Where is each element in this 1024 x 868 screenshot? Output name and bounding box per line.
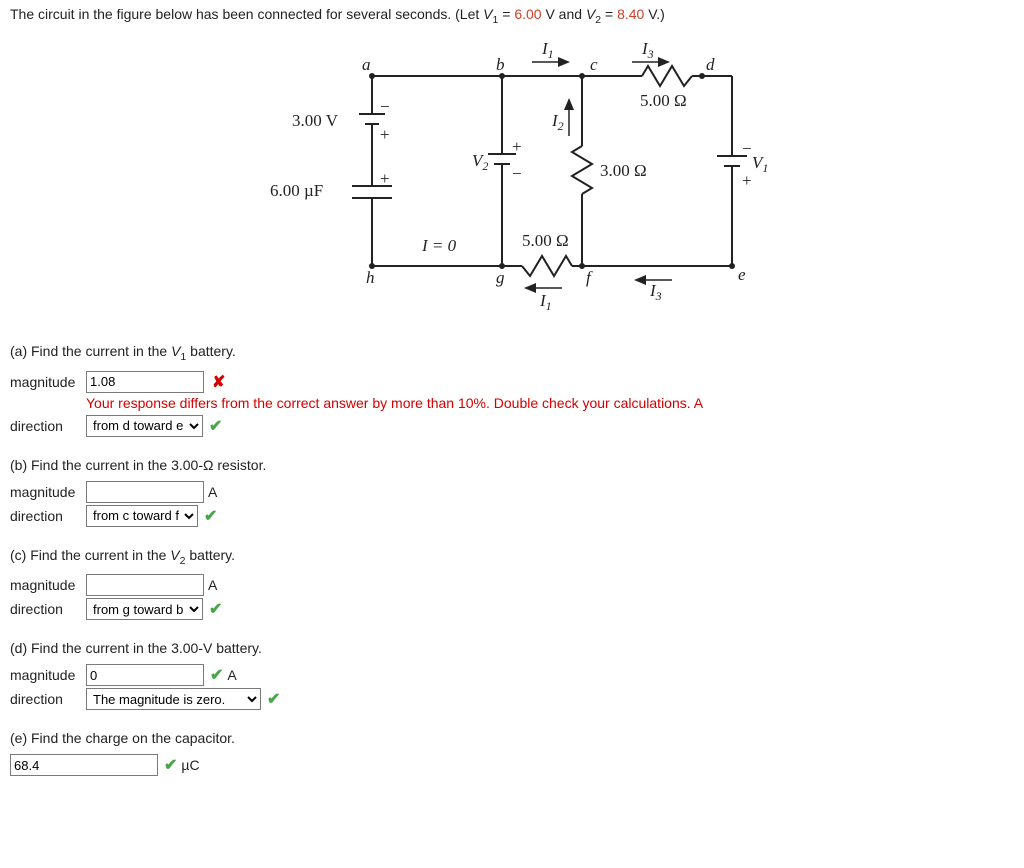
part-c-prompt: (c) Find the current in the V2 battery. xyxy=(10,547,1014,567)
a-post: battery. xyxy=(186,343,236,359)
svg-text:I3: I3 xyxy=(649,281,662,303)
svg-text:d: d xyxy=(706,55,715,74)
svg-text:I = 0: I = 0 xyxy=(421,236,457,255)
part-b-prompt: (b) Find the current in the 3.00-Ω resis… xyxy=(10,457,1014,473)
d-unit: A xyxy=(227,667,236,683)
c-sym: V xyxy=(170,547,179,563)
check-icon: ✔ xyxy=(209,416,222,436)
svg-text:3.00 V: 3.00 V xyxy=(292,111,339,130)
svg-text:−: − xyxy=(512,164,522,183)
e-unit: µC xyxy=(181,757,199,773)
a-mag-label: magnitude xyxy=(10,374,86,390)
svg-text:I3: I3 xyxy=(641,39,654,61)
c-dir-select[interactable]: from g toward b xyxy=(86,598,203,620)
v1-unit: V xyxy=(542,6,555,22)
check-icon: ✔ xyxy=(267,689,280,709)
svg-text:e: e xyxy=(738,265,746,284)
c-dir-label: direction xyxy=(10,601,86,617)
svg-text:3.00 Ω: 3.00 Ω xyxy=(600,161,647,180)
c-mag-input[interactable] xyxy=(86,574,204,596)
c-pre: (c) Find the current in the xyxy=(10,547,170,563)
intro-prefix: The circuit in the figure below has been… xyxy=(10,6,483,22)
part-e-prompt: (e) Find the charge on the capacitor. xyxy=(10,730,1014,746)
v2-sym: V xyxy=(586,6,595,22)
b-unit: A xyxy=(208,484,217,500)
svg-text:+: + xyxy=(380,125,390,144)
svg-text:h: h xyxy=(366,268,375,287)
eq2: = xyxy=(601,6,617,22)
svg-text:+: + xyxy=(512,137,522,156)
v1-sym: V xyxy=(483,6,492,22)
b-mag-label: magnitude xyxy=(10,484,86,500)
svg-text:V1: V1 xyxy=(752,153,768,175)
svg-text:+: + xyxy=(742,171,752,190)
v1-val: 6.00 xyxy=(514,6,541,22)
svg-text:f: f xyxy=(586,268,593,287)
svg-text:c: c xyxy=(590,55,598,74)
intro-and: and xyxy=(555,6,586,22)
c-mag-label: magnitude xyxy=(10,577,86,593)
v2-val: 8.40 xyxy=(617,6,644,22)
a-feedback: Your response differs from the correct a… xyxy=(86,395,1014,411)
svg-text:5.00 Ω: 5.00 Ω xyxy=(640,91,687,110)
problem-statement: The circuit in the figure below has been… xyxy=(10,6,1014,26)
svg-text:g: g xyxy=(496,268,505,287)
e-input[interactable] xyxy=(10,754,158,776)
circuit-figure: .wire { stroke:#222; stroke-width:2; fil… xyxy=(10,36,1014,319)
svg-text:I2: I2 xyxy=(551,111,564,133)
svg-text:+: + xyxy=(380,169,390,188)
part-a-prompt: (a) Find the current in the V1 battery. xyxy=(10,343,1014,363)
part-d-prompt: (d) Find the current in the 3.00-V batte… xyxy=(10,640,1014,656)
a-dir-label: direction xyxy=(10,418,86,434)
b-dir-select[interactable]: from c toward f xyxy=(86,505,198,527)
d-mag-input[interactable] xyxy=(86,664,204,686)
svg-text:5.00 Ω: 5.00 Ω xyxy=(522,231,569,250)
a-dir-select[interactable]: from d toward e xyxy=(86,415,203,437)
a-mag-input[interactable] xyxy=(86,371,204,393)
d-dir-label: direction xyxy=(10,691,86,707)
b-dir-label: direction xyxy=(10,508,86,524)
svg-text:V2: V2 xyxy=(472,151,488,173)
check-icon: ✔ xyxy=(209,599,222,619)
check-icon: ✔ xyxy=(164,755,177,775)
c-unit: A xyxy=(208,577,217,593)
svg-text:a: a xyxy=(362,55,371,74)
cross-icon: ✘ xyxy=(212,372,225,392)
svg-text:b: b xyxy=(496,55,505,74)
svg-text:I1: I1 xyxy=(541,39,554,61)
intro-suffix: V.) xyxy=(644,6,665,22)
b-mag-input[interactable] xyxy=(86,481,204,503)
d-mag-label: magnitude xyxy=(10,667,86,683)
svg-text:6.00 µF: 6.00 µF xyxy=(270,181,323,200)
a-pre: (a) Find the current in the xyxy=(10,343,171,359)
check-icon: ✔ xyxy=(210,665,223,685)
svg-text:−: − xyxy=(742,139,752,158)
svg-text:−: − xyxy=(380,97,390,116)
eq1: = xyxy=(498,6,514,22)
check-icon: ✔ xyxy=(204,506,217,526)
d-dir-select[interactable]: The magnitude is zero. xyxy=(86,688,261,710)
c-post: battery. xyxy=(185,547,235,563)
svg-text:I1: I1 xyxy=(539,291,552,313)
